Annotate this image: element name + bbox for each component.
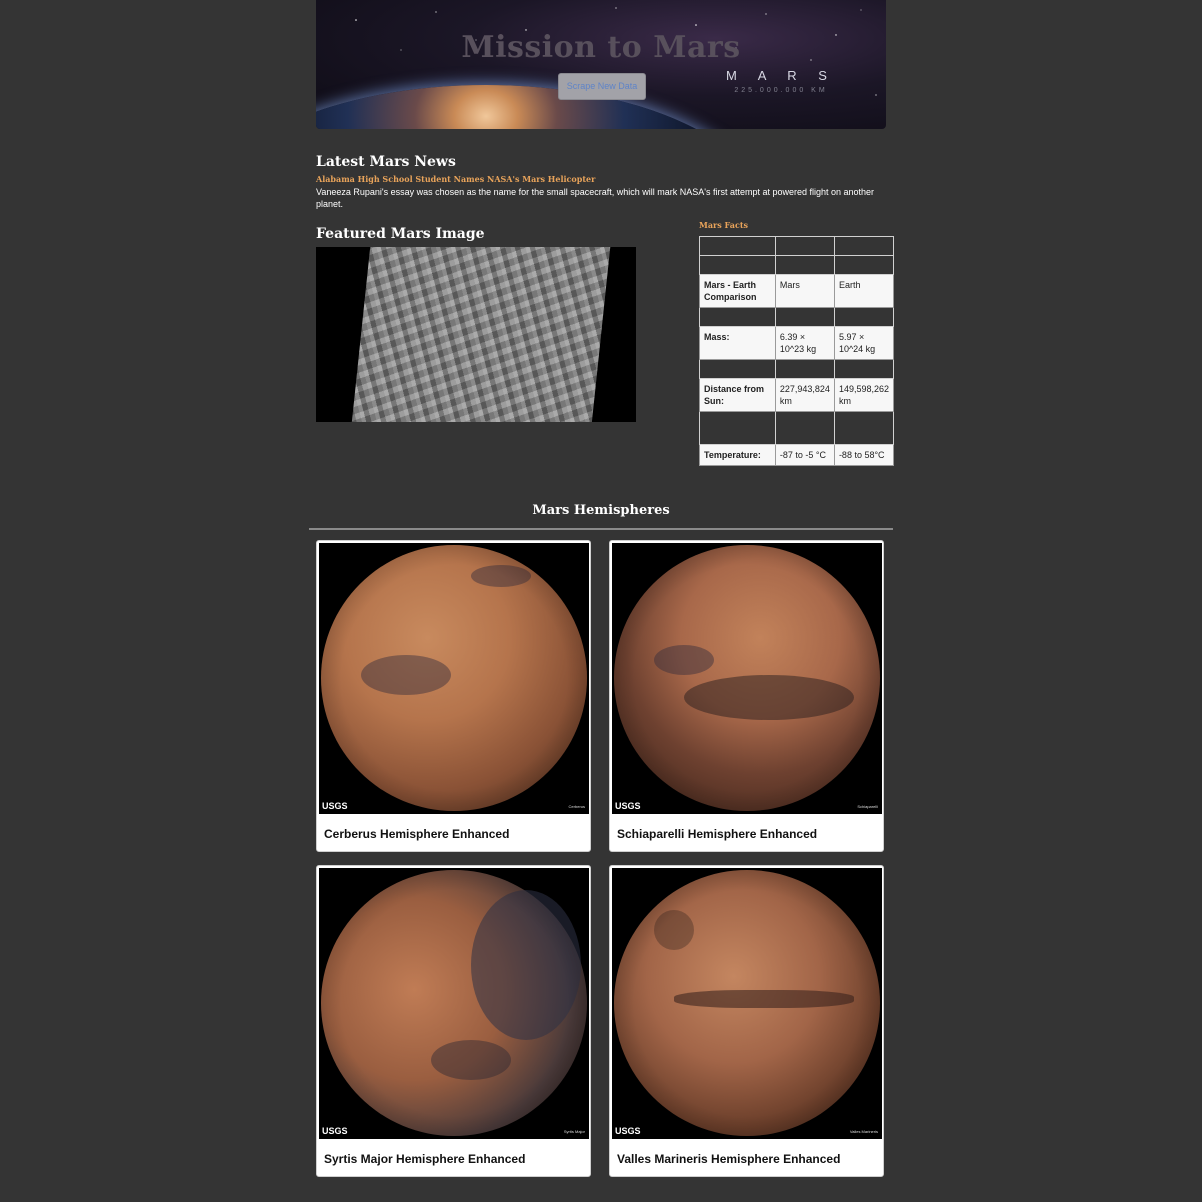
jumbotron-banner: Mission to Mars Scrape New Data M A R S … [316,0,886,129]
table-spacer-row [699,255,895,275]
scrape-new-data-button[interactable]: Scrape New Data [558,73,646,100]
table-cell-mars: 227,943,824 km [774,378,835,412]
hemisphere-thumbnail[interactable]: USGS Syrtis Major [319,868,589,1139]
mars-globe-image [321,545,587,811]
news-title: Alabama High School Student Names NASA's… [316,174,596,184]
hemisphere-card-schiaparelli[interactable]: USGS Schiaparelli Schiaparelli Hemispher… [609,540,884,852]
usgs-logo: USGS [615,1126,641,1136]
table-row: Distance from Sun: 227,943,824 km 149,59… [699,378,895,412]
table-row: Temperature: -87 to -5 °C -88 to 58°C [699,444,895,466]
hemisphere-thumbnail[interactable]: USGS Cerberus [319,543,589,814]
hemisphere-card-syrtis-major[interactable]: USGS Syrtis Major Syrtis Major Hemispher… [316,865,591,1177]
hemisphere-tag: Valles Marineris [849,1129,878,1134]
news-paragraph: Vaneeza Rupani's essay was chosen as the… [316,187,875,209]
table-cell-mars: 6.39 × 10^23 kg [774,326,835,360]
mars-facts-table: Mars - Earth Comparison Mars Earth Mass:… [699,236,895,466]
page-title: Mission to Mars [461,30,741,65]
usgs-logo: USGS [615,801,641,811]
hemisphere-title[interactable]: Syrtis Major Hemisphere Enhanced [324,1152,525,1166]
table-cell-earth: -88 to 58°C [833,444,895,466]
table-cell-earth: Earth [833,274,895,308]
usgs-logo: USGS [322,801,348,811]
table-cell-label: Temperature: [699,444,776,466]
hemisphere-tag: Cerberus [568,804,585,809]
mars-globe-image [614,545,880,811]
planet-name-label: M A R S [726,68,836,83]
section-divider [309,528,893,530]
hemisphere-tag: Syrtis Major [563,1129,585,1134]
table-cell-label: Mars - Earth Comparison [699,274,776,308]
featured-image-terrain [350,247,612,422]
hemispheres-heading: Mars Hemispheres [532,503,670,518]
table-spacer-row [699,359,895,379]
hemisphere-thumbnail[interactable]: USGS Valles Marineris [612,868,882,1139]
hemisphere-card-cerberus[interactable]: USGS Cerberus Cerberus Hemisphere Enhanc… [316,540,591,852]
hemisphere-thumbnail[interactable]: USGS Schiaparelli [612,543,882,814]
table-spacer-row [699,236,895,256]
usgs-logo: USGS [322,1126,348,1136]
table-cell-label: Mass: [699,326,776,360]
hemisphere-title[interactable]: Cerberus Hemisphere Enhanced [324,827,509,841]
facts-title: Mars Facts [699,220,749,230]
news-heading: Latest Mars News [316,154,456,170]
planet-distance-label: 225.000.000 KM [734,87,828,94]
hemisphere-card-valles-marineris[interactable]: USGS Valles Marineris Valles Marineris H… [609,865,884,1177]
table-cell-earth: 5.97 × 10^24 kg [833,326,895,360]
hemisphere-tag: Schiaparelli [857,804,878,809]
hemisphere-title[interactable]: Valles Marineris Hemisphere Enhanced [617,1152,840,1166]
table-cell-mars: -87 to -5 °C [774,444,835,466]
featured-image-heading: Featured Mars Image [316,226,485,242]
table-row: Mars - Earth Comparison Mars Earth [699,274,895,308]
hemisphere-title[interactable]: Schiaparelli Hemisphere Enhanced [617,827,817,841]
table-cell-mars: Mars [774,274,835,308]
mars-globe-image [321,870,587,1136]
mars-globe-image [614,870,880,1136]
table-spacer-row [699,411,895,445]
table-cell-label: Distance from Sun: [699,378,776,412]
table-row: Mass: 6.39 × 10^23 kg 5.97 × 10^24 kg [699,326,895,360]
table-spacer-row [699,307,895,327]
table-cell-earth: 149,598,262 km [833,378,895,412]
featured-mars-image [316,247,636,422]
